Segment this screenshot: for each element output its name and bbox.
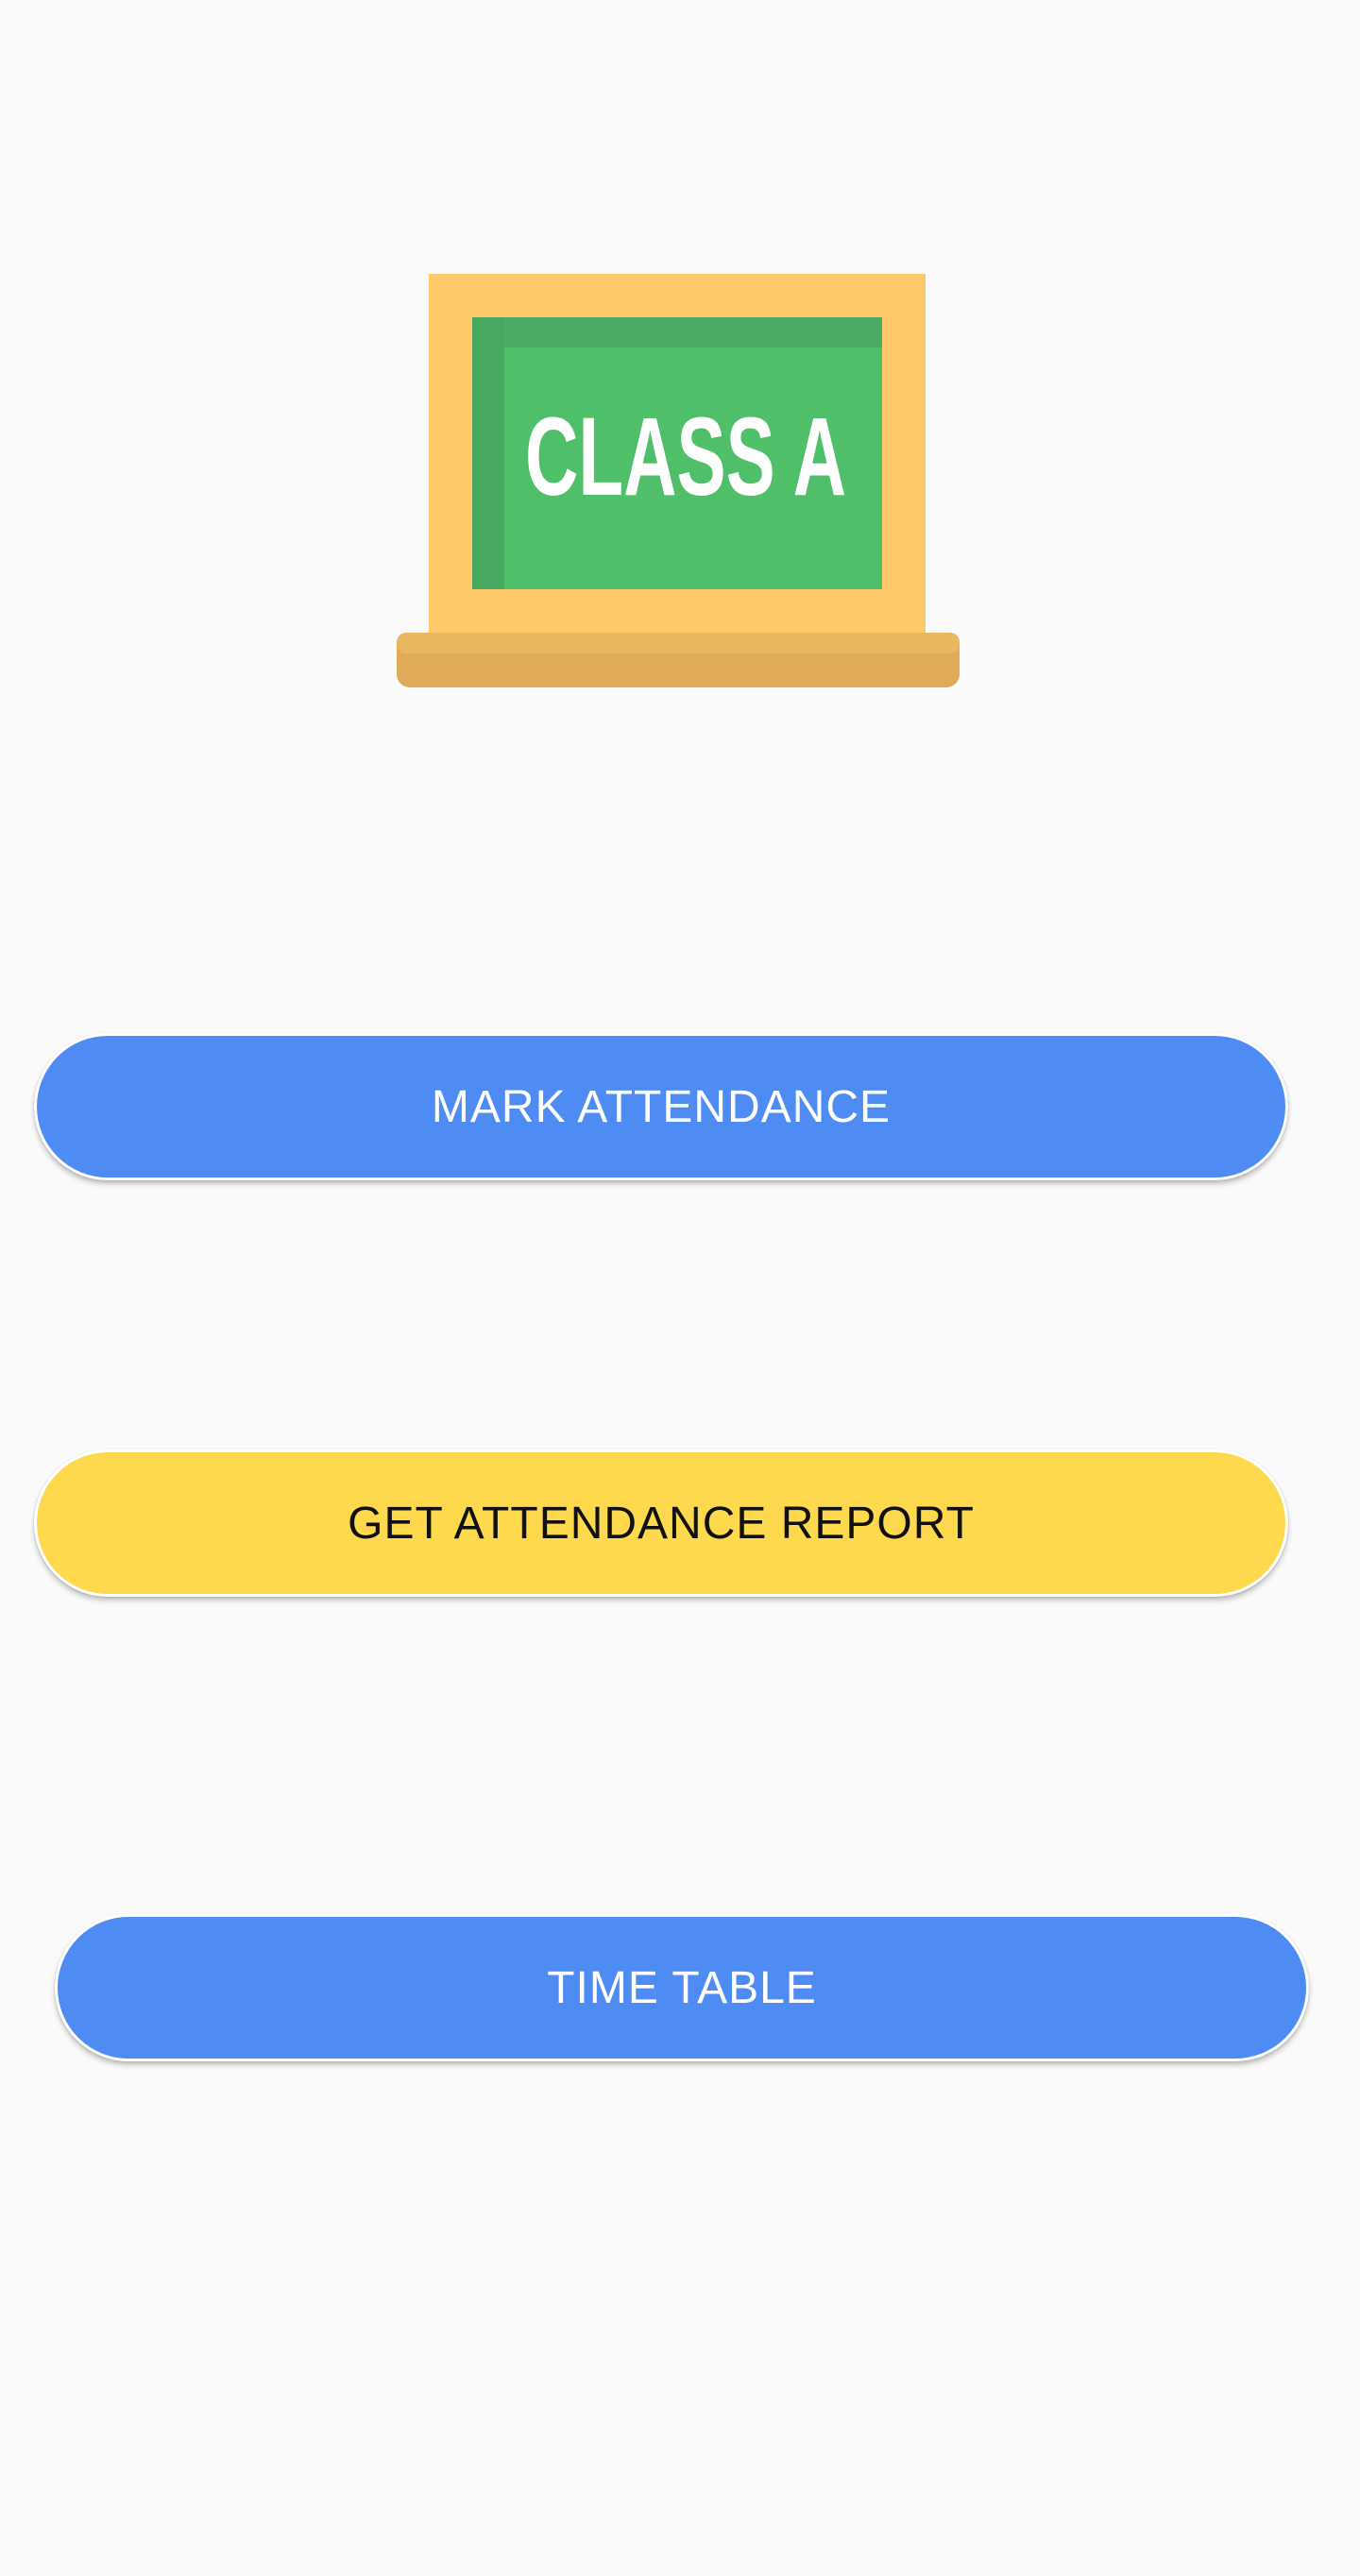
get-attendance-report-label: GET ATTENDANCE REPORT xyxy=(348,1498,975,1549)
get-attendance-report-button[interactable]: GET ATTENDANCE REPORT xyxy=(34,1449,1288,1597)
home-screen: CLASS A MARK ATTENDANCE GET ATTENDANCE R… xyxy=(0,0,1360,2576)
mark-attendance-label: MARK ATTENDANCE xyxy=(431,1081,892,1132)
mark-attendance-button[interactable]: MARK ATTENDANCE xyxy=(34,1033,1288,1180)
chalkboard-icon: CLASS A xyxy=(397,274,960,687)
time-table-label: TIME TABLE xyxy=(547,1962,817,2013)
time-table-button[interactable]: TIME TABLE xyxy=(55,1914,1309,2061)
class-logo: CLASS A xyxy=(397,272,960,687)
logo-text: CLASS A xyxy=(525,395,846,519)
